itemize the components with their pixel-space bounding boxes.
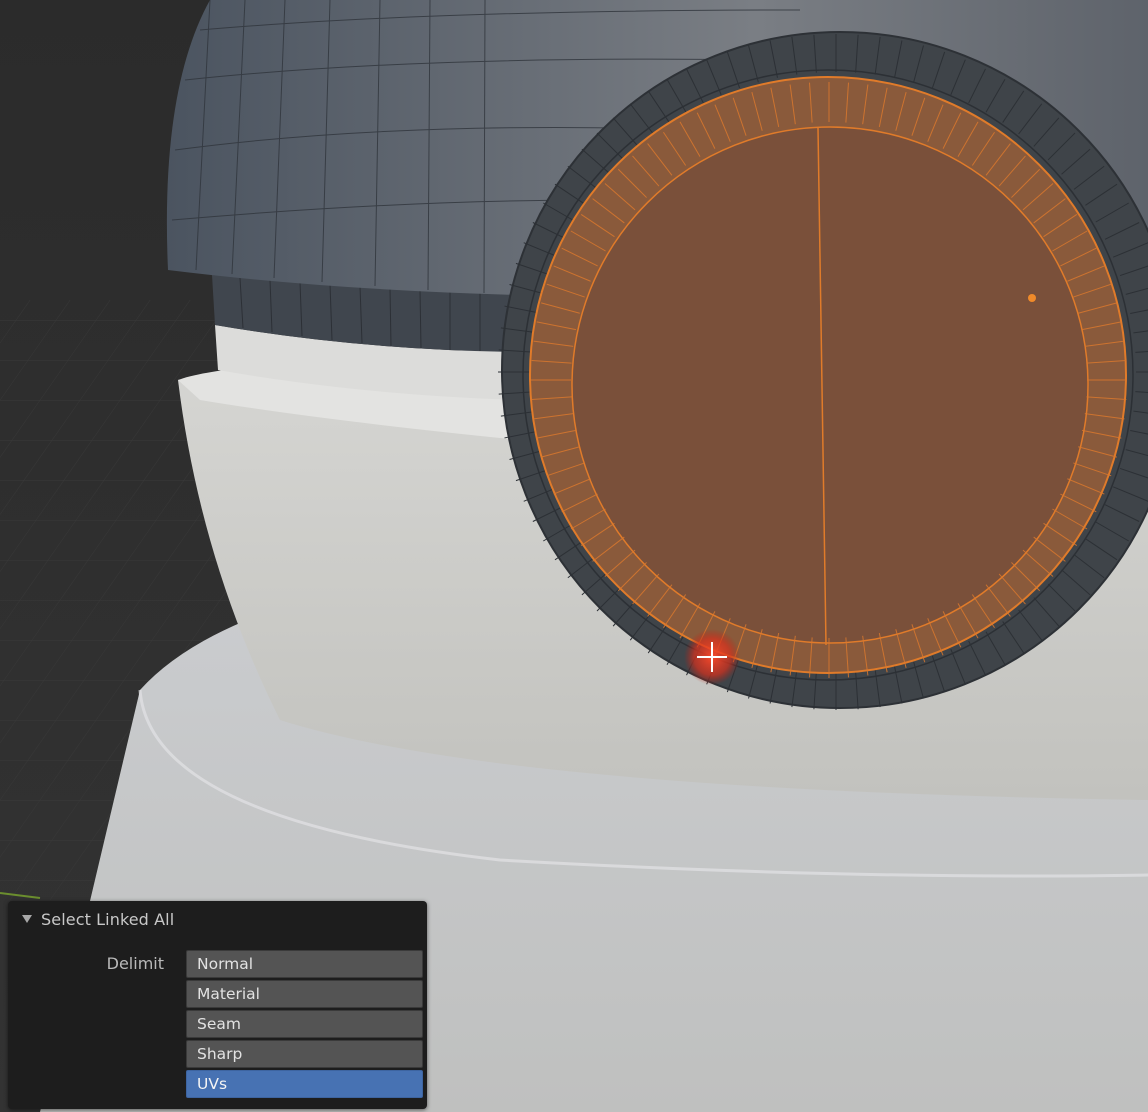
panel-title: Select Linked All [41,909,175,929]
delimit-options: Normal Material Seam Sharp UVs [186,950,423,1100]
delimit-option-seam[interactable]: Seam [186,1010,423,1038]
delimit-option-sharp[interactable]: Sharp [186,1040,423,1068]
operator-redo-panel: Select Linked All Delimit Normal Materia… [8,901,427,1109]
selected-vertex-dot [1028,294,1036,302]
delimit-option-uvs[interactable]: UVs [186,1070,423,1098]
3d-cursor-icon[interactable] [684,629,740,685]
panel-header[interactable]: Select Linked All [8,901,427,937]
delimit-label: Delimit [106,954,164,973]
delimit-option-normal[interactable]: Normal [186,950,423,978]
collapse-triangle-icon[interactable] [22,915,32,923]
selected-lens-face [572,127,1088,643]
delimit-option-material[interactable]: Material [186,980,423,1008]
